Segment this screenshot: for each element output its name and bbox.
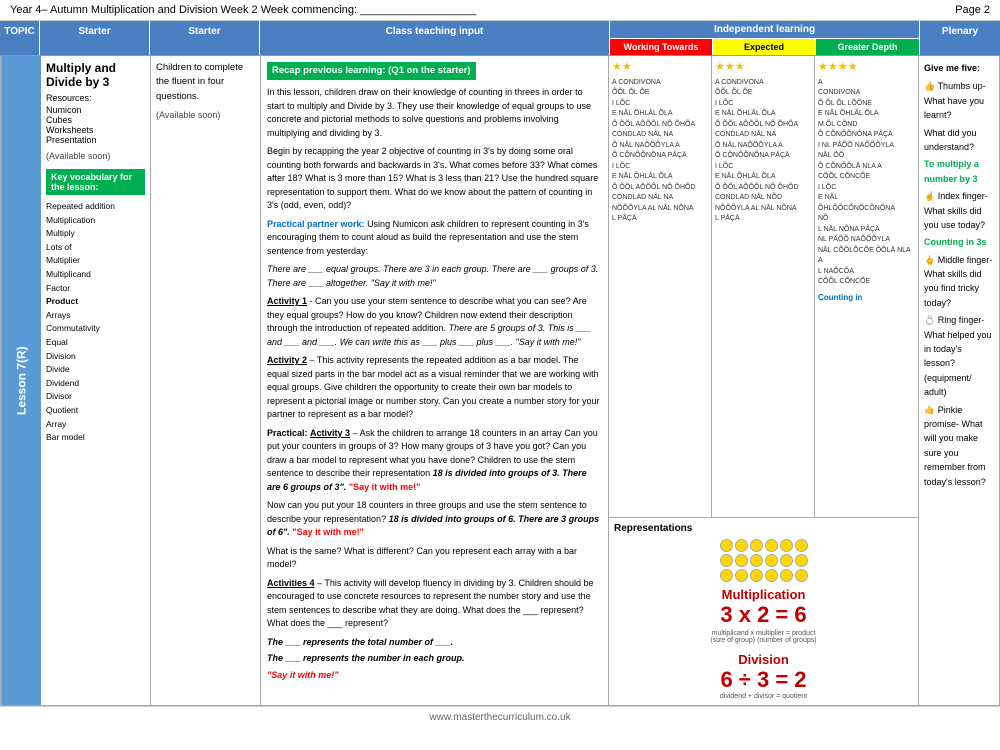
lesson-info-cell: Multiply and Divide by 3 Resources: Numi… (41, 56, 151, 705)
index-icon: ☝ (924, 191, 935, 201)
teaching-cell: Recap previous learning: (Q1 on the star… (261, 56, 609, 705)
multiplication-section: Multiplication 3 x 2 = 6 multiplicand x … (614, 587, 913, 644)
middle-label: Middle finger- What skills did you find … (924, 255, 992, 308)
col-expected: Expected (713, 39, 816, 55)
teaching-intro: In this lesson, children draw on their k… (267, 86, 602, 140)
representations-section: Representations (609, 518, 918, 705)
counter-visual (614, 539, 913, 582)
available-label: (Available soon) (46, 151, 145, 161)
teaching-begin: Begin by recapping the year 2 objective … (267, 145, 602, 213)
partner-label: Practical partner work: (267, 219, 365, 229)
representations-header: Representations (614, 523, 913, 534)
pinkie-label: Pinkie promise- What will you make sure … (924, 405, 986, 487)
thumb-icon: 👍 (924, 81, 935, 91)
greater-content: ACONDIVONAÕ ÕL ÕL LÕÕNEE NÅL ÕHLÅL ÕLAM … (818, 78, 915, 288)
starter-cell: Children to complete the fluent in four … (151, 56, 261, 705)
working-stars: ★★ (612, 59, 708, 76)
resources-list: NumiconCubesWorksheetsPresentation (46, 105, 145, 145)
counting-green: Counting in 3s (924, 235, 994, 249)
working-towards-col: ★★ A CONDIVONAÕÕL ÕL ÕEI LÕCE NÅL ÕHLÅL … (609, 56, 712, 517)
activity3-say1: "Say it with me!" (349, 482, 421, 492)
ring-icon: 💍 (924, 315, 935, 325)
expected-col: ★★★ A CONDIVONAÕÕL ÕL ÕEI LÕCE NÅL ÕHLÅL… (712, 56, 815, 517)
lesson-title: Multiply and Divide by 3 (46, 61, 145, 89)
resources-label: Resources: (46, 93, 145, 103)
plenary-intro: Give me five: (924, 61, 994, 75)
multiplicand-label: multiplicand x multiplier = product (614, 630, 913, 637)
expected-stars: ★★★ (715, 59, 811, 76)
starter-available: (Available soon) (156, 110, 255, 120)
size-label: (size of group) (number of groups) (614, 637, 913, 644)
index-question: What did you understand? (924, 126, 994, 155)
expected-content: A CONDIVONAÕÕL ÕL ÕEI LÕCE NÅL ÕHLÅL ÕLA… (715, 78, 811, 225)
independent-columns: ★★ A CONDIVONAÕÕL ÕL ÕEI LÕCE NÅL ÕHLÅL … (609, 56, 918, 518)
footer-url: www.masterthecurriculum.co.uk (429, 712, 570, 723)
multiplication-label: Multiplication (614, 587, 913, 602)
activity3-say2: "Say it with me!" (292, 527, 364, 537)
col-plenary: Plenary (920, 21, 1000, 55)
main-content: Lesson 7(R) Multiply and Divide by 3 Res… (0, 56, 1000, 706)
activity2-text: – This activity represents the repeated … (267, 355, 599, 419)
activity3-question: What is the same? What is different? Can… (267, 545, 602, 572)
col-starter2: Starter (150, 21, 260, 55)
independent-cell: ★★ A CONDIVONAÕÕL ÕL ÕEI LÕCE NÅL ÕHLÅL … (609, 56, 919, 705)
green-text: To multiply a number by 3 (924, 157, 994, 186)
greater-depth-col: ★★★★ ACONDIVONAÕ ÕL ÕL LÕÕNEE NÅL ÕHLÅL … (815, 56, 918, 517)
column-headers: TOPIC Starter Starter Class teaching inp… (0, 21, 1000, 56)
activity1-label: Activity 1 (267, 296, 307, 306)
division-label: Division (614, 652, 913, 667)
saywith3: "Say it with me!" (267, 669, 602, 683)
activity4-label: Activities 4 (267, 578, 315, 588)
ring-label: Ring finger- What helped you in today's … (924, 315, 992, 397)
the1: The ___ represents the total number of _… (267, 636, 602, 650)
practical-label: Practical: (267, 428, 308, 438)
page-title-left: Year 4– Autumn Multiplication and Divisi… (10, 4, 476, 16)
plenary-cell: Give me five: 👍 Thumbs up- What have you… (919, 56, 999, 705)
greater-stars: ★★★★ (818, 59, 915, 76)
footer: www.masterthecurriculum.co.uk (0, 706, 1000, 728)
col-greater-depth: Greater Depth (816, 39, 919, 55)
mult-equation: 3 x 2 = 6 (614, 602, 913, 628)
middle-icon: 🖕 (924, 255, 935, 265)
recap-label: Recap previous learning: (Q1 on the star… (267, 62, 476, 80)
activity4-text: – This activity will develop fluency in … (267, 578, 594, 629)
stem1: There are ___ equal groups. There are 3 … (267, 263, 602, 290)
page-header: Year 4– Autumn Multiplication and Divisi… (0, 0, 1000, 21)
starter-text: Children to complete the fluent in four … (156, 61, 255, 104)
division-section: Division 6 ÷ 3 = 2 dividend + divisor = … (614, 652, 913, 700)
page-number: Page 2 (955, 4, 990, 16)
col-teaching: Class teaching input (260, 21, 610, 55)
working-content: A CONDIVONAÕÕL ÕL ÕEI LÕCE NÅL ÕHLÅL ÕLA… (612, 78, 708, 225)
col-starter: Starter (40, 21, 150, 55)
counting-in-label: Counting in (818, 292, 915, 304)
lesson-label: Lesson 7(R) (1, 56, 41, 705)
div-labels: dividend + divisor = quotient (614, 693, 913, 700)
activity2-label: Activity 2 (267, 355, 307, 365)
col-independent: Independent learning Working Towards Exp… (610, 21, 920, 55)
vocab-box: Key vocabulary for the lesson: (46, 169, 145, 195)
col-working-towards: Working Towards (610, 39, 713, 55)
div-equation: 6 ÷ 3 = 2 (614, 667, 913, 693)
vocab-list: Repeated addition Multiplication Multipl… (46, 200, 145, 445)
the2: The ___ represents the number in each gr… (267, 652, 602, 666)
col-topic: TOPIC (0, 21, 40, 55)
activity3-label: Activity 3 (310, 428, 350, 438)
pinkie-icon: 🤙 (924, 405, 935, 415)
